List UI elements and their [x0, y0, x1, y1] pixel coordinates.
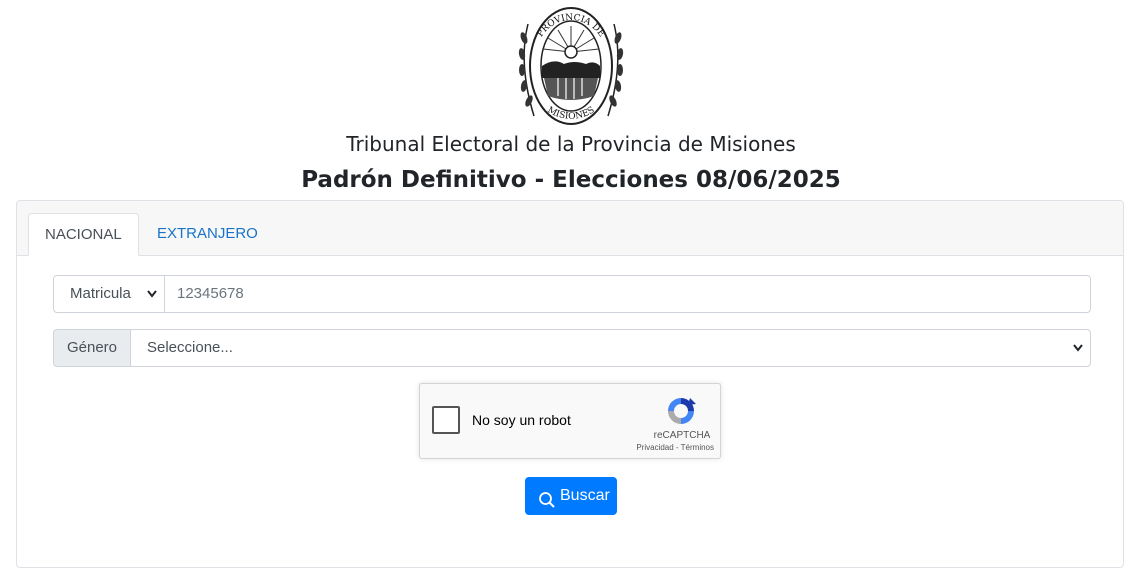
- recaptcha-label: No soy un robot: [472, 412, 571, 428]
- gender-value: Seleccione...: [147, 339, 233, 356]
- recaptcha-brand: reCAPTCHA: [653, 430, 711, 441]
- gender-select[interactable]: Seleccione...: [130, 329, 1091, 367]
- chevron-down-icon: [146, 276, 158, 326]
- chevron-down-icon: [1072, 330, 1084, 380]
- recaptcha-icon: [664, 394, 698, 428]
- search-icon: [538, 487, 556, 508]
- search-card: NACIONAL EXTRANJERO Matricula 12345678 G…: [16, 200, 1124, 568]
- recaptcha-widget: No soy un robot reCAPTCHA Privacidad - T…: [419, 383, 721, 459]
- recaptcha-checkbox[interactable]: [432, 406, 460, 434]
- tabs-bar: NACIONAL EXTRANJERO: [17, 201, 1123, 256]
- gender-label: Género: [53, 329, 131, 367]
- document-type-select[interactable]: Matricula: [53, 275, 165, 313]
- document-number-input[interactable]: 12345678: [164, 275, 1091, 313]
- tab-nacional[interactable]: NACIONAL: [28, 213, 139, 256]
- search-button-label: Buscar: [560, 487, 610, 504]
- document-type-value: Matricula: [70, 285, 131, 302]
- page-title: Tribunal Electoral de la Provincia de Mi…: [346, 132, 796, 156]
- gender-row: Género Seleccione...: [53, 329, 1091, 367]
- tab-extranjero[interactable]: EXTRANJERO: [141, 213, 274, 255]
- provincia-misiones-seal: PROVINCIA DE MISIONES: [514, 4, 628, 132]
- recaptcha-links[interactable]: Privacidad - Términos: [626, 443, 714, 452]
- seal-icon: PROVINCIA DE MISIONES: [518, 7, 624, 125]
- document-row: Matricula 12345678: [53, 275, 1091, 313]
- page-subtitle: Padrón Definitivo - Elecciones 08/06/202…: [301, 167, 841, 193]
- search-button[interactable]: Buscar: [525, 477, 617, 515]
